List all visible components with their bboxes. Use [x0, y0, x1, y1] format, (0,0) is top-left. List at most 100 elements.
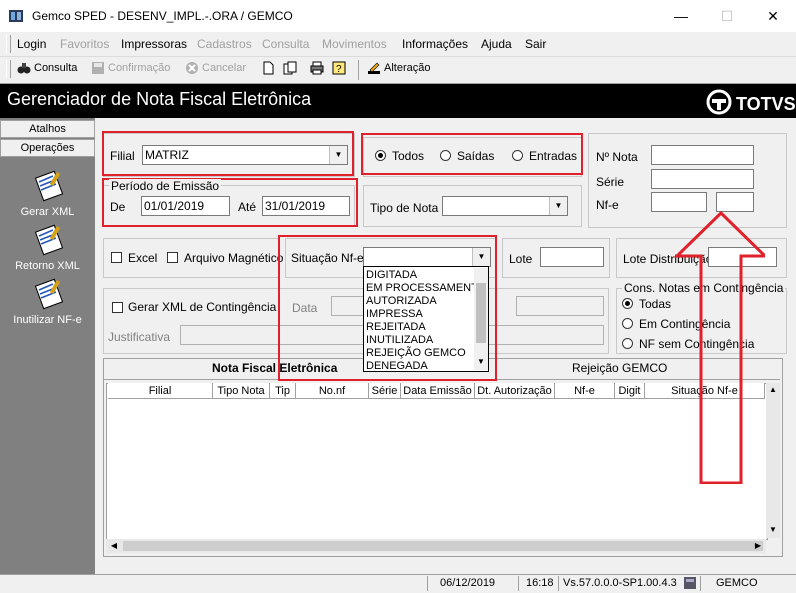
menu-impressoras[interactable]: Impressoras [121, 37, 187, 51]
hora-input[interactable] [516, 296, 604, 316]
serie-input[interactable] [651, 169, 754, 189]
nfe-input[interactable] [651, 192, 707, 212]
tipo-nota-label: Tipo de Nota [370, 201, 439, 215]
num-nota-label: Nº Nota [596, 150, 638, 164]
menu-favoritos[interactable]: Favoritos [60, 37, 109, 51]
toolbar-separator [358, 60, 359, 80]
status-company: GEMCO [716, 577, 758, 589]
copy-button[interactable] [283, 61, 297, 75]
scroll-right-icon[interactable]: ▶ [751, 539, 765, 553]
col-no-nf[interactable]: No.nf [296, 383, 369, 399]
col-tipo-nota[interactable]: Tipo Nota [213, 383, 270, 399]
de-date-input[interactable]: 01/01/2019 [141, 196, 230, 216]
confirmacao-button[interactable]: Confirmação [91, 61, 170, 75]
menu-informacoes[interactable]: Informações [402, 37, 468, 51]
de-label: De [110, 200, 126, 214]
edit-icon [367, 61, 381, 75]
radio-cons-sem[interactable] [622, 338, 633, 349]
contingencia-label: Gerar XML de Contingência [128, 300, 277, 314]
sidebar-item-gerar-xml[interactable]: Gerar XML [0, 168, 95, 218]
col-serie[interactable]: Série [369, 383, 401, 399]
col-digit[interactable]: Digit [615, 383, 645, 399]
lote-label: Lote [509, 252, 533, 266]
sidebar-item-retorno-xml[interactable]: Retorno XML [0, 222, 95, 272]
totvs-logo-text: TOTVS [736, 94, 796, 114]
chevron-down-icon[interactable]: ▼ [329, 146, 347, 164]
radio-todos[interactable] [375, 150, 386, 161]
menu-consulta[interactable]: Consulta [262, 37, 309, 51]
radio-cons-todas[interactable] [622, 298, 633, 309]
col-data-emissao[interactable]: Data Emissão [401, 383, 475, 399]
maximize-button[interactable]: ☐ [704, 0, 750, 32]
help-icon: ? [332, 61, 346, 75]
status-time: 16:18 [526, 577, 554, 589]
cancelar-label: Cancelar [202, 62, 247, 74]
radio-saidas-label: Saídas [457, 149, 495, 163]
inutilizar-nfe-label: Inutilizar NF-e [13, 314, 82, 326]
print-button[interactable] [310, 61, 324, 75]
alteracao-button[interactable]: Alteração [367, 61, 430, 75]
close-button[interactable]: ✕ [750, 0, 796, 32]
tipo-nota-select[interactable]: ▼ [442, 196, 568, 216]
cancelar-button[interactable]: Cancelar [185, 61, 246, 75]
app-icon [8, 8, 24, 24]
tab-rejeicao-gemco[interactable]: Rejeição GEMCO [572, 361, 667, 375]
cancel-icon [185, 61, 199, 75]
tab-atalhos[interactable]: Atalhos [0, 120, 95, 138]
num-nota-input[interactable] [651, 145, 754, 165]
radio-saidas[interactable] [440, 150, 451, 161]
radio-todos-label: Todos [392, 149, 425, 163]
inutilizar-nfe-icon [31, 276, 65, 310]
totvs-logo: TOTVS [706, 89, 796, 120]
filial-select[interactable]: MATRIZ ▼ [142, 145, 348, 165]
nfe-digit-input[interactable] [716, 192, 754, 212]
serie-label: Série [596, 175, 625, 189]
nfe-label: Nf-e [596, 198, 619, 212]
lote-input[interactable] [540, 247, 604, 267]
menu-login[interactable]: Login [17, 37, 46, 51]
consulta-button[interactable]: Consulta [17, 61, 77, 75]
help-button[interactable]: ? [332, 61, 346, 75]
menu-ajuda[interactable]: Ajuda [481, 37, 512, 51]
status-date: 06/12/2019 [440, 577, 496, 589]
tab-operacoes[interactable]: Operações [0, 139, 95, 157]
status-divider [518, 576, 519, 591]
grid-vscrollbar[interactable] [766, 383, 780, 538]
alteracao-label: Alteração [384, 62, 431, 74]
arquivo-magnetico-checkbox[interactable] [167, 252, 178, 263]
col-tip[interactable]: Tip [270, 383, 296, 399]
col-dt-autorizacao[interactable]: Dt. Autorização [475, 383, 555, 399]
sidebar: Atalhos Operações Gerar XML Retorno XML … [0, 118, 95, 574]
binoculars-icon [17, 61, 31, 75]
save-icon [91, 61, 105, 75]
sidebar-item-inutilizar-nfe[interactable]: Inutilizar NF-e [0, 276, 95, 326]
new-document-button[interactable] [261, 61, 275, 75]
new-document-icon [261, 61, 275, 75]
title-bar: Gemco SPED - DESENV_IMPL.-.ORA / GEMCO —… [0, 0, 796, 32]
col-nfe[interactable]: Nf-e [555, 383, 615, 399]
confirmacao-label: Confirmação [108, 62, 171, 74]
radio-entradas-label: Entradas [529, 149, 578, 163]
excel-checkbox[interactable] [111, 252, 122, 263]
radio-entradas[interactable] [512, 150, 523, 161]
page-title: Gerenciador de Nota Fiscal Eletrônica [7, 89, 312, 109]
scroll-down-icon[interactable]: ▼ [766, 523, 780, 537]
toolbar: Consulta Confirmação Cancelar ? Alteraçã… [0, 57, 796, 84]
radio-cons-em[interactable] [622, 318, 633, 329]
contingencia-checkbox[interactable] [112, 302, 123, 313]
chevron-down-icon[interactable]: ▼ [549, 197, 567, 215]
scroll-up-icon[interactable]: ▲ [766, 383, 780, 397]
toolbar-grip [6, 60, 11, 78]
scroll-left-icon[interactable]: ◀ [107, 539, 121, 553]
periodo-title: Período de Emissão [109, 179, 222, 193]
filial-label: Filial [110, 149, 135, 163]
menu-cadastros[interactable]: Cadastros [197, 37, 252, 51]
menu-movimentos[interactable]: Movimentos [322, 37, 387, 51]
menu-grip [6, 35, 11, 53]
totvs-logo-icon [706, 89, 732, 120]
ate-date-input[interactable]: 31/01/2019 [262, 196, 350, 216]
col-filial[interactable]: Filial [108, 383, 213, 399]
hscroll-thumb[interactable] [123, 541, 763, 551]
minimize-button[interactable]: — [658, 0, 704, 32]
menu-sair[interactable]: Sair [525, 37, 546, 51]
